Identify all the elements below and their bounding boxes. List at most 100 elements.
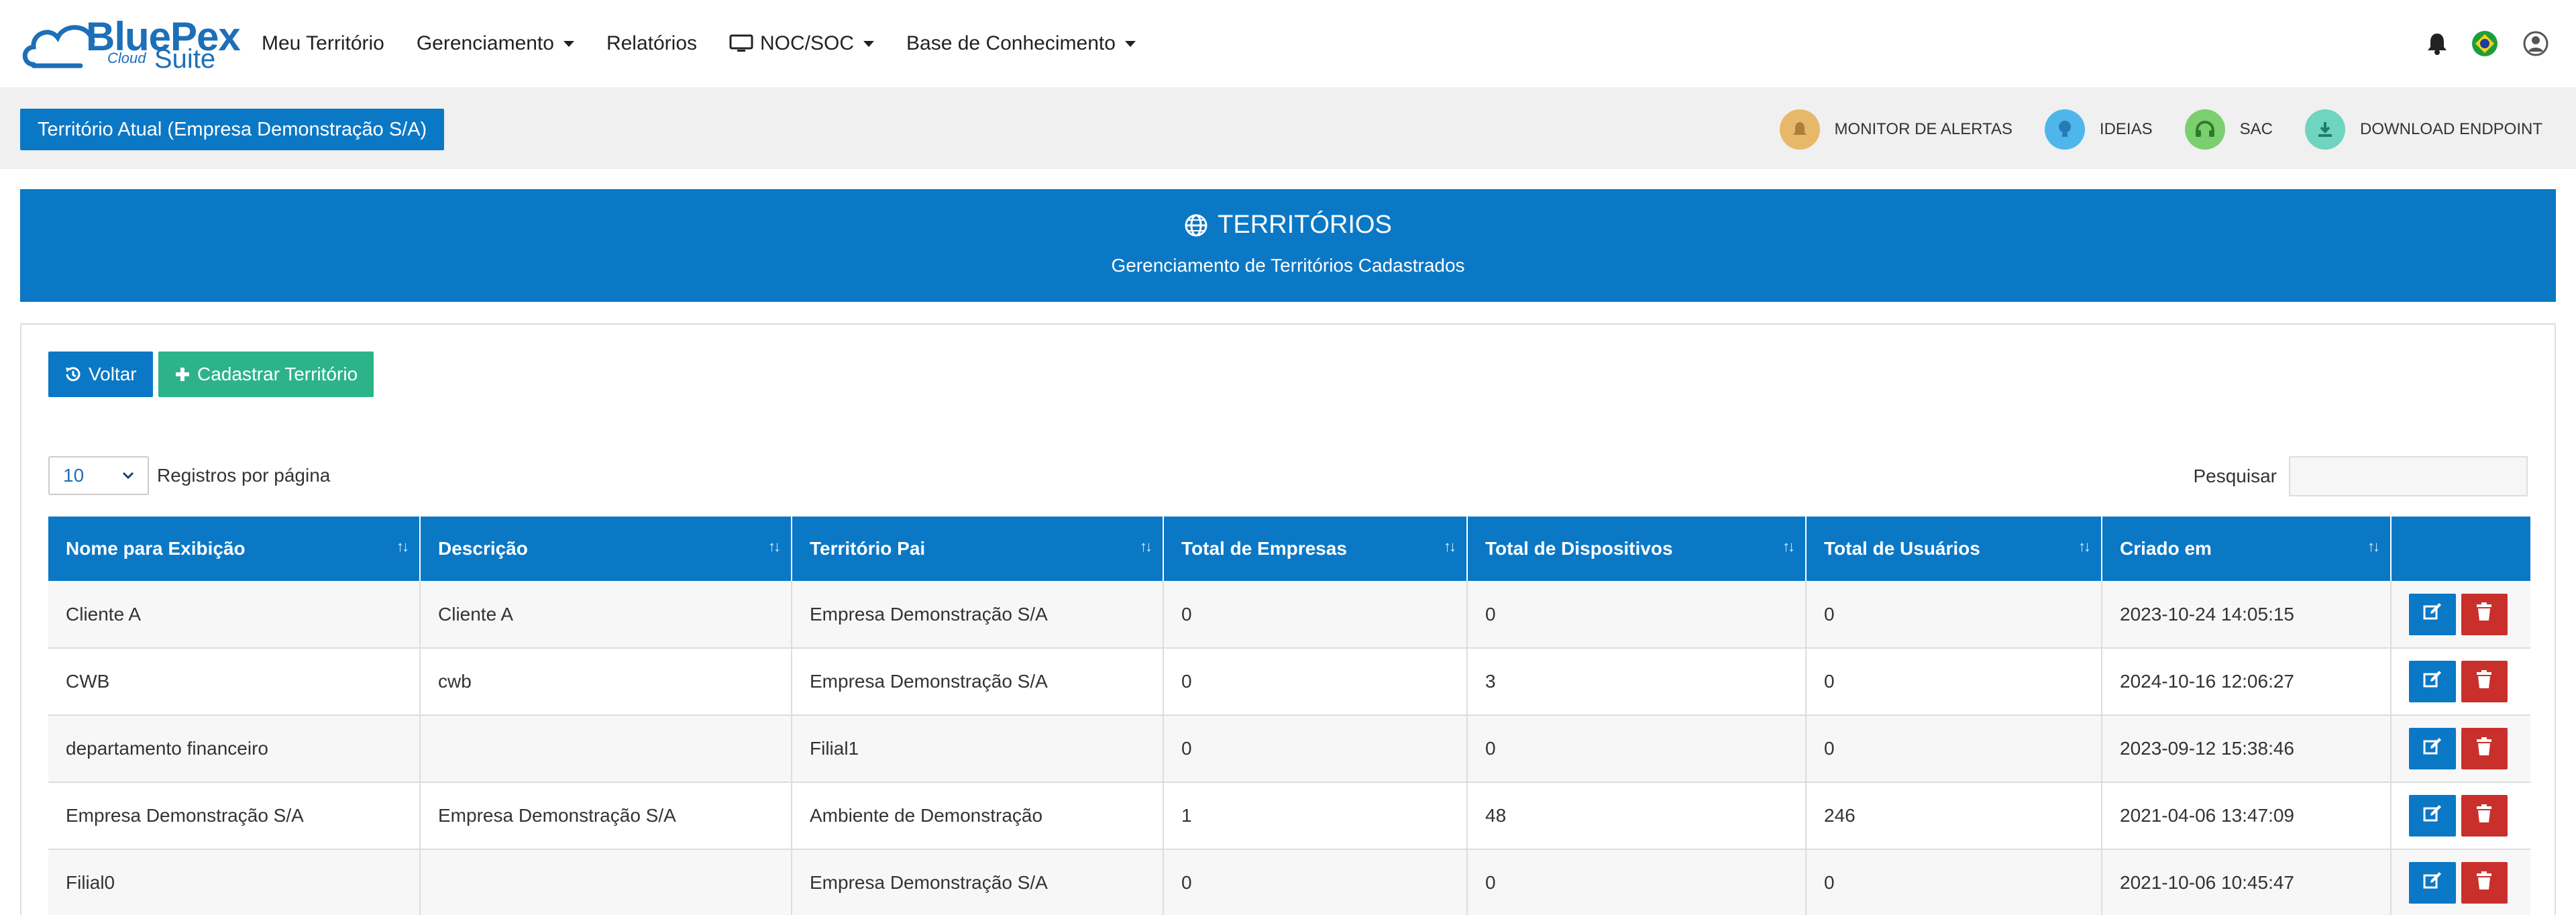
page-subtitle: Gerenciamento de Territórios Cadastrados bbox=[1111, 255, 1465, 276]
brazil-flag-icon[interactable] bbox=[2471, 30, 2498, 57]
table-cell: Empresa Demonstração S/A bbox=[792, 581, 1164, 649]
quick-links: MONITOR DE ALERTAS IDEIAS SAC DOWNLOAD E… bbox=[1748, 109, 2542, 150]
territories-table: Nome para Exibição ↑↓ Descrição ↑↓ Territó… bbox=[48, 517, 2530, 915]
table-row[interactable]: Empresa Demonstração S/A Empresa Demonstr… bbox=[48, 782, 2530, 850]
search-label: Pesquisar bbox=[2193, 466, 2277, 486]
nav-item-label: NOC/SOC bbox=[760, 32, 855, 54]
nav-item-base-conhecimento[interactable]: Base de Conhecimento bbox=[906, 32, 1136, 55]
quick-link-label: IDEIAS bbox=[2099, 120, 2153, 138]
row-actions-group bbox=[2409, 795, 2513, 837]
column-header-nome[interactable]: Nome para Exibição ↑↓ bbox=[48, 517, 421, 581]
column-header-criado-em[interactable]: Criado em ↑↓ bbox=[2102, 517, 2392, 581]
sort-icon: ↑↓ bbox=[1782, 538, 1795, 555]
table-cell: 0 bbox=[1467, 849, 1807, 915]
page-title: TERRITÓRIOS bbox=[20, 211, 2556, 239]
table-cell bbox=[420, 849, 792, 915]
row-actions bbox=[2391, 782, 2530, 850]
edit-button[interactable] bbox=[2409, 728, 2456, 769]
edit-button[interactable] bbox=[2409, 593, 2456, 635]
column-header-label: Total de Empresas bbox=[1181, 538, 1347, 559]
nav-item-meu-territorio[interactable]: Meu Território bbox=[262, 32, 384, 55]
column-header-descricao[interactable]: Descrição ↑↓ bbox=[420, 517, 792, 581]
table-cell: 0 bbox=[1163, 648, 1468, 716]
table-cell: departamento financeiro bbox=[48, 715, 421, 783]
column-header-total-dispositivos[interactable]: Total de Dispositivos ↑↓ bbox=[1467, 517, 1807, 581]
nav-item-gerenciamento[interactable]: Gerenciamento bbox=[417, 32, 574, 55]
column-header-actions bbox=[2391, 517, 2530, 581]
table-cell: 0 bbox=[1163, 581, 1468, 649]
table-body: Cliente A Cliente A Empresa Demonstração S… bbox=[48, 581, 2530, 915]
search-input[interactable] bbox=[2289, 456, 2528, 496]
page-header-banner: TERRITÓRIOS Gerenciamento de Territórios… bbox=[20, 189, 2556, 302]
sort-icon: ↑↓ bbox=[2367, 538, 2380, 555]
edit-button[interactable] bbox=[2409, 795, 2456, 837]
current-territory-button[interactable]: Território Atual (Empresa Demonstração S… bbox=[20, 109, 445, 150]
main-nav-menu: Meu Território Gerenciamento Relatórios … bbox=[262, 0, 1168, 87]
back-button[interactable]: Voltar bbox=[48, 352, 153, 397]
table-row[interactable]: CWB cwb Empresa Demonstração S/A 0 3 0 2024-10… bbox=[48, 648, 2530, 716]
back-button-label: Voltar bbox=[89, 364, 137, 384]
context-subbar: Território Atual (Empresa Demonstração S… bbox=[0, 87, 2576, 169]
table-row[interactable]: Cliente A Cliente A Empresa Demonstração S… bbox=[48, 581, 2530, 649]
nav-right-icons bbox=[2403, 0, 2549, 87]
quick-link-download-endpoint[interactable]: DOWNLOAD ENDPOINT bbox=[2304, 109, 2542, 150]
column-header-territorio-pai[interactable]: Território Pai ↑↓ bbox=[792, 517, 1164, 581]
nav-item-label: Relatórios bbox=[606, 32, 698, 54]
page-length-value: 10 bbox=[63, 465, 85, 486]
column-header-total-empresas[interactable]: Total de Empresas ↑↓ bbox=[1163, 517, 1468, 581]
table-cell: 1 bbox=[1163, 782, 1468, 850]
page-length-select[interactable]: 10 bbox=[48, 456, 149, 495]
delete-button[interactable] bbox=[2461, 593, 2508, 635]
nav-item-noc-soc[interactable]: NOC/SOC bbox=[729, 32, 875, 55]
add-territory-button[interactable]: Cadastrar Território bbox=[158, 352, 374, 397]
row-actions bbox=[2391, 581, 2530, 649]
row-actions bbox=[2391, 715, 2530, 783]
table-cell: Cliente A bbox=[420, 581, 792, 649]
nav-item-relatorios[interactable]: Relatórios bbox=[606, 32, 697, 55]
quick-link-ideias[interactable]: IDEIAS bbox=[2044, 109, 2153, 150]
delete-button[interactable] bbox=[2461, 795, 2508, 837]
sort-icon: ↑↓ bbox=[396, 538, 409, 555]
column-header-total-usuarios[interactable]: Total de Usuários ↑↓ bbox=[1806, 517, 2102, 581]
column-header-label: Criado em bbox=[2120, 538, 2212, 559]
table-cell bbox=[420, 715, 792, 783]
bluepex-logo[interactable]: BluePex Cloud Suite bbox=[20, 12, 241, 74]
caret-down-icon bbox=[863, 40, 875, 47]
table-cell: 2023-10-24 14:05:15 bbox=[2102, 581, 2392, 649]
lightbulb-icon bbox=[2044, 109, 2085, 150]
table-cell: 2021-04-06 13:47:09 bbox=[2102, 782, 2392, 850]
table-cell: Filial0 bbox=[48, 849, 421, 915]
edit-button[interactable] bbox=[2409, 661, 2456, 702]
user-avatar-icon[interactable] bbox=[2522, 30, 2549, 57]
delete-button[interactable] bbox=[2461, 862, 2508, 904]
delete-button[interactable] bbox=[2461, 728, 2508, 769]
table-row[interactable]: Filial0 Empresa Demonstração S/A 0 0 0 2021-1… bbox=[48, 849, 2530, 915]
quick-link-label: MONITOR DE ALERTAS bbox=[1834, 120, 2012, 138]
row-actions-group bbox=[2409, 661, 2513, 702]
notification-bell-icon[interactable] bbox=[2427, 32, 2447, 55]
quick-link-label: DOWNLOAD ENDPOINT bbox=[2359, 120, 2542, 138]
table-cell: 0 bbox=[1467, 715, 1807, 783]
quick-link-monitor-alertas[interactable]: MONITOR DE ALERTAS bbox=[1779, 109, 2012, 150]
monitor-icon bbox=[729, 34, 753, 52]
table-row[interactable]: departamento financeiro Filial1 0 0 0 2023-09… bbox=[48, 715, 2530, 783]
delete-button[interactable] bbox=[2461, 661, 2508, 702]
nav-item-label: Gerenciamento bbox=[416, 32, 554, 54]
quick-link-sac[interactable]: SAC bbox=[2184, 109, 2273, 150]
table-search: Pesquisar bbox=[2193, 456, 2528, 496]
table-header-row: Nome para Exibição ↑↓ Descrição ↑↓ Territó… bbox=[48, 517, 2530, 581]
table-cell: 2024-10-16 12:06:27 bbox=[2102, 648, 2392, 716]
table-cell: Empresa Demonstração S/A bbox=[792, 648, 1164, 716]
sort-icon: ↑↓ bbox=[1444, 538, 1456, 555]
table-cell: Empresa Demonstração S/A bbox=[48, 782, 421, 850]
column-header-label: Nome para Exibição bbox=[66, 538, 246, 559]
plus-icon bbox=[176, 368, 189, 381]
page-length-label: Registros por página bbox=[157, 465, 331, 486]
edit-icon bbox=[2422, 737, 2443, 761]
table-cell: 0 bbox=[1467, 581, 1807, 649]
caret-down-icon bbox=[563, 40, 574, 47]
edit-button[interactable] bbox=[2409, 862, 2456, 904]
sort-icon: ↑↓ bbox=[2078, 538, 2091, 555]
table-cell: 0 bbox=[1806, 849, 2102, 915]
table-cell: 0 bbox=[1163, 715, 1468, 783]
